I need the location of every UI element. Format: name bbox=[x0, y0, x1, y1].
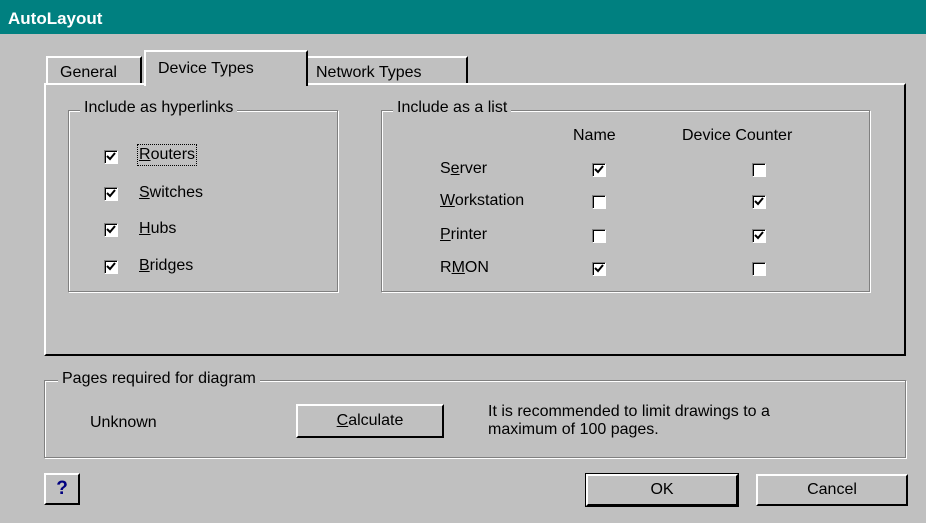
routers-label[interactable]: Routers bbox=[136, 144, 198, 166]
calculate-button[interactable]: Calculate bbox=[296, 404, 444, 438]
pages-recommendation-note: It is recommended to limit drawings to a… bbox=[488, 403, 770, 438]
bridges-checkbox[interactable] bbox=[104, 260, 118, 274]
workstation-label: Workstation bbox=[440, 192, 525, 209]
printer-label: Printer bbox=[440, 226, 488, 243]
workstation-name-checkbox[interactable] bbox=[592, 195, 606, 209]
bridges-label[interactable]: Bridges bbox=[139, 257, 193, 275]
server-counter-checkbox[interactable] bbox=[752, 163, 766, 177]
rmon-label: RMON bbox=[440, 259, 489, 276]
tab-network-types-label: Network Types bbox=[316, 64, 422, 81]
server-name-checkbox[interactable] bbox=[592, 163, 606, 177]
list-group-label: Include as a list bbox=[393, 99, 512, 117]
switches-checkbox[interactable] bbox=[104, 187, 118, 201]
rmon-name-checkbox[interactable] bbox=[592, 262, 606, 276]
rmon-counter-checkbox[interactable] bbox=[752, 262, 766, 276]
cancel-button[interactable]: Cancel bbox=[756, 474, 908, 506]
pages-group bbox=[44, 380, 906, 458]
switches-label[interactable]: Switches bbox=[139, 184, 203, 202]
workstation-counter-checkbox[interactable] bbox=[752, 195, 766, 209]
printer-name-checkbox[interactable] bbox=[592, 229, 606, 243]
title-bar bbox=[0, 0, 926, 34]
hubs-checkbox[interactable] bbox=[104, 223, 118, 237]
pages-status-text: Unknown bbox=[90, 414, 157, 431]
tab-general[interactable]: General bbox=[46, 56, 142, 84]
tab-general-label: General bbox=[60, 64, 117, 81]
pages-group-label: Pages required for diagram bbox=[58, 370, 260, 388]
device-counter-column-header: Device Counter bbox=[682, 127, 793, 144]
tab-device-types-label: Device Types bbox=[158, 60, 254, 77]
tab-device-types[interactable]: Device Types bbox=[144, 50, 308, 86]
help-icon: ? bbox=[56, 478, 68, 499]
routers-checkbox[interactable] bbox=[104, 150, 118, 164]
hyperlinks-group-label: Include as hyperlinks bbox=[80, 99, 238, 117]
help-button[interactable]: ? bbox=[44, 473, 80, 505]
tab-network-types[interactable]: Network Types bbox=[306, 56, 468, 84]
hubs-label[interactable]: Hubs bbox=[139, 220, 176, 238]
window-title: AutoLayout bbox=[8, 9, 103, 28]
server-label: Server bbox=[440, 160, 488, 177]
ok-button[interactable]: OK bbox=[585, 473, 739, 507]
name-column-header: Name bbox=[573, 127, 616, 144]
printer-counter-checkbox[interactable] bbox=[752, 229, 766, 243]
